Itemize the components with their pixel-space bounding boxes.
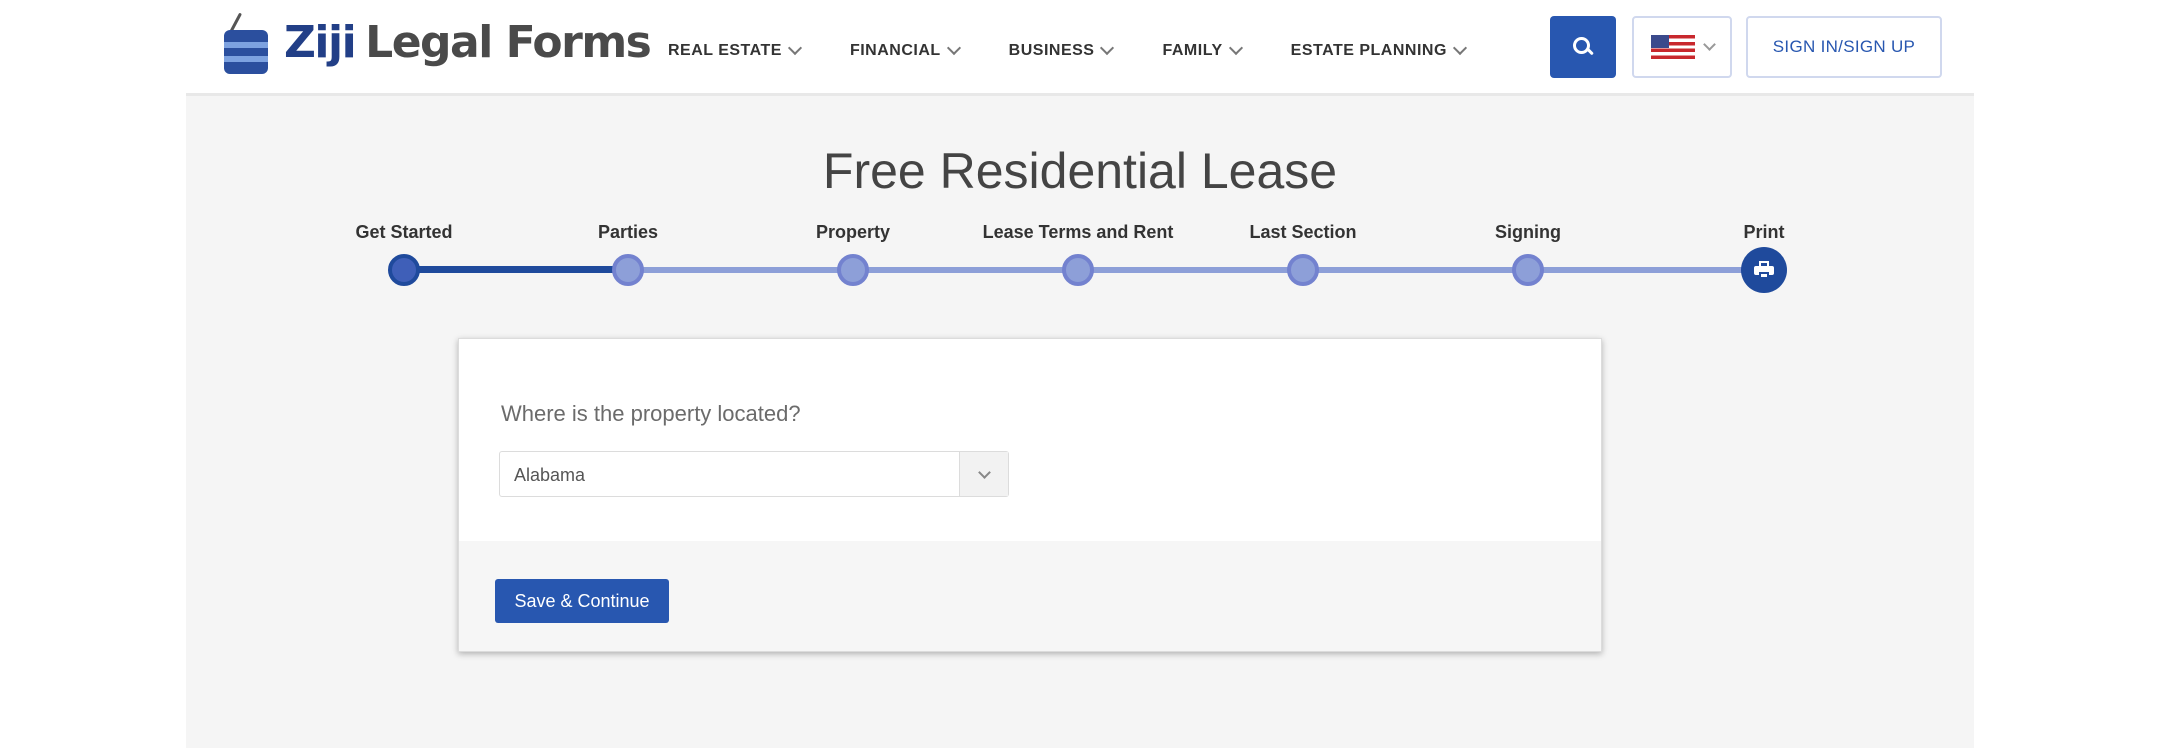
nav-item-label: ESTATE PLANNING (1290, 42, 1447, 59)
chevron-down-icon (787, 40, 803, 56)
nav-item-business[interactable]: BUSINESS (1008, 40, 1115, 60)
chevron-down-icon (1100, 40, 1115, 56)
nav-item-label: FAMILY (1162, 42, 1223, 59)
step-label-last-section: Last Section (1249, 222, 1357, 242)
us-flag-icon (1650, 35, 1695, 59)
nav-item-family[interactable]: FAMILY (1162, 40, 1243, 60)
main-nav: REAL ESTATE FINANCIAL BUSINESS FAMILY ES… (668, 40, 1467, 60)
step-label-signing: Signing (1495, 222, 1561, 242)
search-button[interactable] (1550, 16, 1616, 78)
form-card: Where is the property located? Alabama S… (458, 338, 1602, 652)
save-continue-button[interactable]: Save & Continue (495, 579, 669, 623)
step-dot-lease-terms[interactable] (1062, 254, 1094, 286)
print-icon (1754, 261, 1774, 279)
nav-item-estate-planning[interactable]: ESTATE PLANNING (1290, 40, 1467, 60)
nav-item-real-estate[interactable]: REAL ESTATE (668, 40, 803, 60)
logo-text-ziji: Ziji (284, 17, 357, 68)
chevron-down-icon (1228, 40, 1243, 56)
step-dot-print[interactable] (1741, 247, 1787, 293)
step-label-property: Property (815, 222, 891, 242)
step-label-lease-terms: Lease Terms and Rent (982, 222, 1174, 242)
step-label-print: Print (1743, 222, 1785, 242)
step-dot-signing[interactable] (1512, 254, 1544, 286)
chevron-down-icon (977, 465, 991, 479)
logo-text-legal-forms: Legal Forms (365, 17, 652, 68)
stepper-progress (404, 266, 628, 273)
signin-signup-button[interactable]: SIGN IN/SIGN UP (1746, 16, 1942, 78)
search-icon (1572, 36, 1594, 58)
nav-item-label: FINANCIAL (849, 42, 941, 59)
logo-radio-icon (222, 10, 270, 76)
nav-item-label: REAL ESTATE (668, 42, 782, 59)
state-select[interactable]: Alabama (499, 451, 1009, 497)
step-dot-parties[interactable] (612, 254, 644, 286)
state-select-toggle[interactable] (959, 452, 1008, 496)
chevron-down-icon (946, 40, 961, 56)
chevron-down-icon (1452, 40, 1467, 56)
nav-item-label: BUSINESS (1008, 42, 1095, 59)
site-logo[interactable]: Ziji Legal Forms (222, 6, 652, 80)
page-title: Free Residential Lease (822, 143, 1338, 199)
logo-wordmark: Ziji Legal Forms (284, 21, 652, 65)
property-location-question: Where is the property located? (501, 401, 801, 426)
step-label-parties: Parties (597, 222, 659, 242)
step-dot-last-section[interactable] (1287, 254, 1319, 286)
state-select-value: Alabama (514, 465, 586, 485)
language-selector[interactable] (1632, 16, 1732, 78)
nav-item-financial[interactable]: FINANCIAL (849, 40, 961, 60)
step-dot-get-started[interactable] (388, 254, 420, 286)
step-label-get-started: Get Started (355, 222, 453, 242)
chevron-down-icon (1702, 38, 1716, 51)
step-dot-property[interactable] (837, 254, 869, 286)
